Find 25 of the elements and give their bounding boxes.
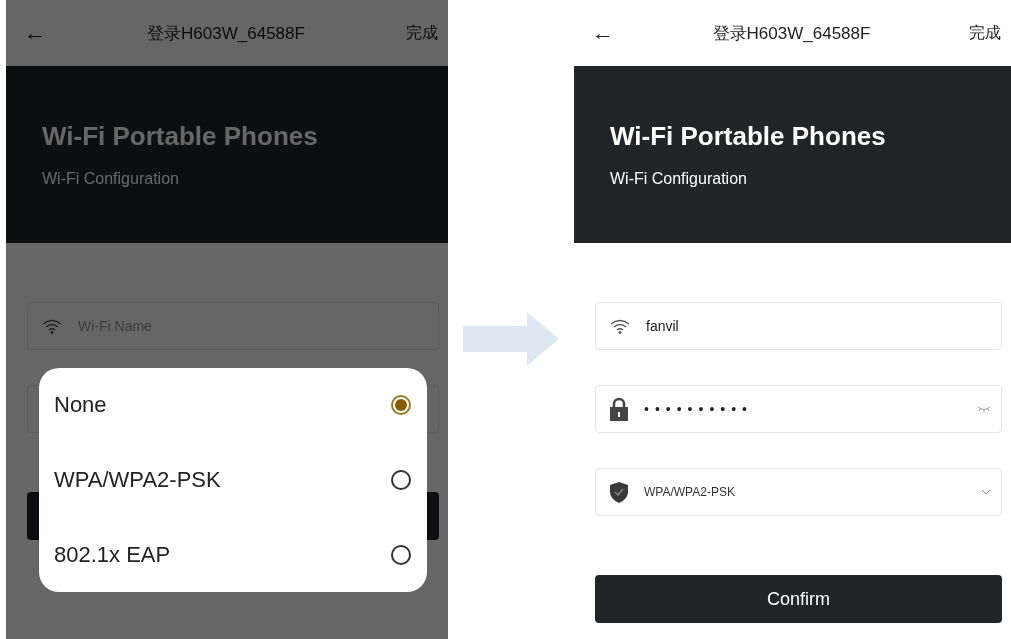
option-item[interactable]: 802.1x EAP (54, 541, 411, 568)
password-field[interactable]: •••••••••• (595, 385, 1002, 433)
radio-button[interactable] (391, 544, 411, 565)
arrow-icon (463, 312, 559, 366)
wifi-name-field[interactable]: fanvil (595, 302, 1002, 350)
banner-title: Wi-Fi Portable Phones (42, 121, 319, 152)
wifi-icon (610, 318, 630, 334)
security-dropdown[interactable]: WPA/WPA2-PSK (595, 468, 1002, 516)
banner-title: Wi-Fi Portable Phones (610, 121, 887, 152)
wifi-icon (42, 318, 62, 334)
back-button[interactable]: ← (592, 20, 614, 46)
done-button[interactable]: 完成 (969, 22, 1001, 44)
banner-subtitle: Wi-Fi Configuration (610, 170, 748, 188)
radio-button[interactable] (391, 470, 411, 490)
lock-icon (610, 397, 628, 421)
radio-button[interactable] (391, 395, 411, 416)
page-title: 登录H603W_64588F (146, 22, 306, 45)
eye-closed-icon[interactable] (977, 406, 991, 412)
shield-icon (610, 481, 628, 503)
option-item[interactable]: WPA/WPA2-PSK (54, 467, 411, 493)
option-item[interactable]: None (54, 392, 411, 419)
confirm-button[interactable]: Confirm (595, 575, 1002, 623)
chevron-down-icon (981, 489, 991, 495)
banner-subtitle: Wi-Fi Configuration (42, 170, 180, 188)
page-title: 登录H603W_64588F (711, 22, 872, 45)
